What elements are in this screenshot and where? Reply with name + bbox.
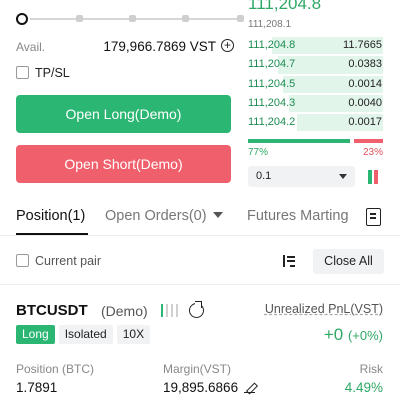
last-price: 111,204.8 [248,0,322,13]
bid-price: 111,204.2 [248,116,296,129]
section-divider [0,284,400,285]
margin-value-group: 19,895.6866 [163,380,256,395]
leverage-slider[interactable] [16,12,244,26]
slider-tick[interactable] [182,15,189,22]
position-size-value: 1.7891 [16,380,58,395]
bid-row[interactable]: 111,204.3 0.0040 [248,94,383,113]
chevron-down-icon [212,212,223,218]
sort-icon[interactable] [281,255,295,268]
open-short-button[interactable]: Open Short(Demo) [16,145,231,183]
tab-open-orders-label: Open Orders(0) [105,208,207,224]
risk-value: 4.49% [344,380,383,395]
demo-tag: (Demo) [101,303,148,319]
margin-value: 19,895.6866 [163,380,239,395]
book-mode-buy-segment [368,170,372,184]
tab-open-orders[interactable]: Open Orders(0) [105,208,223,224]
buy-ratio-fill [248,139,350,143]
bid-qty: 0.0040 [348,96,382,109]
position-badges: Long Isolated 10X [16,325,154,344]
unrealized-pnl-label: Unrealized PnL(VST) [264,302,383,316]
current-pair-checkbox[interactable] [16,254,29,267]
pnl-amount: +0 [323,325,344,344]
available-balance: Avail. 179,966.7869 VST + [16,39,234,58]
share-icon[interactable] [189,301,204,318]
buy-ratio-label: 77% [248,147,269,158]
leverage-level-indicator [161,304,181,317]
slider-tick[interactable] [237,15,244,22]
leverage-level-segment [171,304,173,317]
book-mode-sell-segment [374,170,378,184]
slider-tick[interactable] [76,15,83,22]
bid-qty: 0.0383 [348,58,382,71]
bid-qty: 0.0014 [348,77,382,90]
bid-price: 111,204.5 [248,77,296,90]
bid-row[interactable]: 111,204.8 11.7665 [248,36,383,55]
side-badge: Long [16,325,55,344]
position-size-label: Position (BTC) [16,362,95,376]
tpsl-checkbox[interactable] [16,66,29,79]
margin-mode-badge[interactable]: Isolated [58,325,113,344]
tab-position[interactable]: Position(1) [16,208,85,224]
slider-tick[interactable] [129,15,136,22]
open-long-button[interactable]: Open Long(Demo) [16,95,231,133]
leverage-level-segment [161,304,163,317]
bid-row[interactable]: 111,204.2 0.0017 [248,113,383,132]
margin-label: Margin(VST) [163,362,232,376]
buy-sell-ratio-bar [248,139,383,143]
tab-futures-martingale[interactable]: Futures Marting [247,208,349,224]
slider-handle[interactable] [16,13,28,25]
bid-price: 111,204.7 [248,58,296,71]
current-pair-filter[interactable]: Current pair [16,254,101,268]
price-precision-value: 0.1 [256,170,272,182]
close-all-button[interactable]: Close All [313,249,384,274]
edit-margin-icon[interactable] [244,382,256,393]
bid-row[interactable]: 111,204.5 0.0014 [248,75,383,94]
price-precision-select[interactable]: 0.1 [248,166,355,187]
avail-value: 179,966.7869 VST [103,39,216,54]
bid-price: 111,204.8 [248,39,296,51]
slider-track [30,18,244,20]
active-tab-indicator [16,233,88,235]
mark-price: 111,208.1 [248,19,292,30]
sell-ratio-label: 23% [362,147,383,158]
avail-label: Avail. [16,40,46,54]
bid-qty: 0.0017 [348,116,382,129]
leverage-badge[interactable]: 10X [116,325,151,344]
position-symbol[interactable]: BTCUSDT [16,302,88,319]
risk-label: Risk [359,362,383,376]
order-history-icon[interactable] [366,208,381,226]
leverage-level-segment [166,304,168,317]
bid-row[interactable]: 111,204.7 0.0383 [248,55,383,74]
bid-list: 111,204.8 11.7665 111,204.7 0.0383 111,2… [248,36,383,132]
tpsl-label: TP/SL [35,66,70,80]
pnl-percent: (+0%) [347,328,383,343]
sell-ratio-fill [353,139,383,143]
unrealized-pnl-value: +0 (+0%) [324,325,383,345]
bid-qty: 11.7665 [343,39,382,51]
order-book-mode-icon[interactable] [367,170,379,184]
leverage-level-segment [176,304,178,317]
current-pair-label: Current pair [35,254,101,268]
add-funds-icon[interactable]: + [221,39,234,52]
tpsl-toggle[interactable]: TP/SL [16,66,70,82]
chevron-down-icon [339,174,347,179]
bid-price: 111,204.3 [248,96,296,109]
positions-tab-bar: Position(1) Open Orders(0) Futures Marti… [0,200,400,236]
